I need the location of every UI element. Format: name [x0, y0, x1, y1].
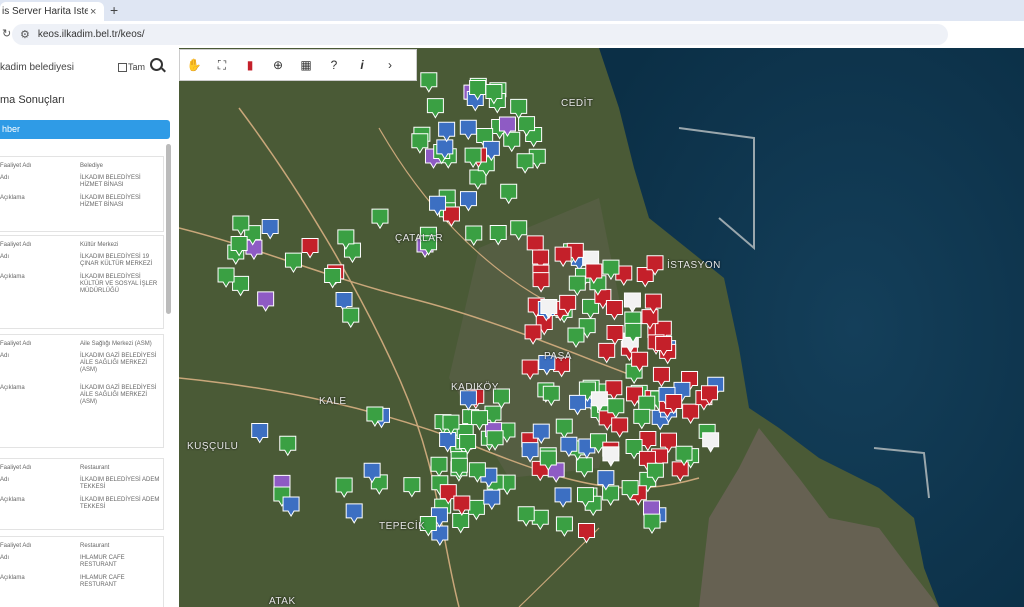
result-key: Adı — [0, 353, 10, 359]
result-key: Açıklama — [0, 575, 25, 581]
map-label-atak: ATAK — [269, 596, 296, 607]
result-key: Faaliyet Adı — [0, 242, 32, 248]
result-card[interactable]: Faaliyet Adı Restaurant Adı IHLAMUR CAFE RE… — [0, 536, 164, 607]
result-value: İLKADIM BELEDİYESİ ADEM TEKKESİ — [80, 477, 160, 490]
results-title: ma Sonuçları — [0, 94, 65, 106]
delete-icon[interactable]: ▮ — [236, 50, 264, 80]
result-value: IHLAMUR CAFE RESTURANT — [80, 575, 125, 588]
result-key: Faaliyet Adı — [0, 465, 32, 471]
result-value: İLKADIM BELEDİYESİ KÜLTÜR VE SOSYAL İŞLE… — [80, 274, 158, 294]
result-value: İLKADIM BELEDİYESİ ADEM TEKKESİ — [80, 497, 160, 510]
map-label-kale: KALE — [319, 396, 347, 407]
layers-icon[interactable]: ▦ — [292, 50, 320, 80]
map-toolbar: ✋ ⛶ ▮ ⊕ ▦ ? i › — [179, 49, 417, 81]
result-value: Belediye — [80, 163, 104, 169]
map-label-cedit: CEDİT — [561, 98, 594, 109]
result-value: İLKADIM BELEDİYESİ HİZMET BİNASI — [80, 175, 141, 188]
chevron-right-icon[interactable]: › — [376, 50, 404, 80]
result-card[interactable]: Faaliyet Adı Restaurant Adı İLKADIM BELEDİY… — [0, 458, 164, 530]
result-key: Açıklama — [0, 274, 25, 280]
search-bar: kadim belediyesi Tam — [0, 56, 172, 76]
result-value: İLKADIM GAZİ BELEDİYESİ AİLE SAĞLIĞI MER… — [80, 353, 157, 373]
address-bar: ↻ ⚙ keos.ilkadim.bel.tr/keos/ ⊘ ☆ ⧉ — [0, 21, 1024, 61]
info-icon[interactable]: i — [348, 50, 376, 80]
result-card[interactable]: Faaliyet Adı Kültür Merkezi Adı İLKADIM BEL… — [0, 235, 164, 329]
result-key: Açıklama — [0, 497, 25, 503]
map-canvas[interactable] — [179, 48, 1024, 607]
close-icon[interactable]: × — [90, 6, 96, 18]
url-field[interactable]: ⚙ keos.ilkadim.bel.tr/keos/ — [12, 24, 948, 45]
search-icon[interactable] — [150, 58, 163, 71]
map-label-catalar: ÇATALAR — [395, 233, 444, 244]
result-key: Açıklama — [0, 385, 25, 391]
new-tab-button[interactable]: + — [110, 2, 118, 18]
reload-icon[interactable]: ↻ — [2, 27, 11, 40]
tab-title: is Server Harita İstemcisi — [2, 6, 88, 17]
result-key: Adı — [0, 555, 10, 561]
pan-hand-icon[interactable]: ✋ — [180, 50, 208, 80]
result-value: IHLAMUR CAFE RESTURANT — [80, 555, 125, 568]
tam-checkbox[interactable] — [118, 63, 127, 72]
search-sidebar: kadim belediyesi Tam ma Sonuçları hber F… — [0, 48, 180, 607]
result-value: İLKADIM GAZİ BELEDİYESİ AİLE SAĞLIĞI MER… — [80, 385, 157, 405]
result-key: Faaliyet Adı — [0, 163, 32, 169]
result-value: İLKADIM BELEDİYESİ HİZMET BİNASI — [80, 195, 141, 208]
result-card[interactable]: Faaliyet Adı Aile Sağlığı Merkezi (ASM) Ad… — [0, 334, 164, 448]
map-label-pasa: PAŞA — [544, 351, 572, 362]
map-view[interactable]: CEDİT ÇATALAR İSTASYON KADIKÖY KUŞÇULU T… — [179, 48, 1024, 607]
result-key: Faaliyet Adı — [0, 341, 32, 347]
result-key: Adı — [0, 254, 10, 260]
url-text: keos.ilkadim.bel.tr/keos/ — [37, 29, 145, 40]
map-label-tepecik: TEPECİK — [379, 521, 426, 532]
rehber-button[interactable]: hber — [0, 120, 170, 139]
browser-tab[interactable]: is Server Harita İstemcisi × — [0, 2, 104, 21]
tam-label: Tam — [128, 62, 146, 72]
result-value: Restaurant — [80, 465, 110, 471]
result-value: Kültür Merkezi — [80, 242, 119, 248]
rehber-label: hber — [2, 124, 21, 134]
help-icon[interactable]: ? — [320, 50, 348, 80]
result-card[interactable]: Faaliyet Adı Belediye Adı İLKADIM BELEDİYES… — [0, 156, 164, 232]
sidebar-scrollbar[interactable] — [166, 144, 171, 314]
globe-icon[interactable]: ⊕ — [264, 50, 292, 80]
result-key: Adı — [0, 477, 10, 483]
fullscreen-icon[interactable]: ⛶ — [208, 50, 236, 80]
site-settings-icon[interactable]: ⚙ — [20, 28, 30, 41]
search-input[interactable]: kadim belediyesi — [0, 62, 74, 73]
map-label-kadikoy: KADIKÖY — [451, 382, 499, 393]
result-key: Adı — [0, 175, 10, 181]
result-key: Faaliyet Adı — [0, 543, 32, 549]
window-controls — [964, 0, 1024, 21]
map-label-istasyon: İSTASYON — [667, 260, 721, 271]
result-key: Açıklama — [0, 195, 25, 201]
browser-tab-bar: is Server Harita İstemcisi × + — [0, 0, 1024, 21]
result-value: Restaurant — [80, 543, 110, 549]
result-value: Aile Sağlığı Merkezi (ASM) — [80, 341, 152, 347]
result-value: İLKADIM BELEDİYESİ 19 ÇINAR KÜLTÜR MERKE… — [80, 254, 153, 267]
map-label-kuscululu: KUŞÇULU — [187, 441, 239, 452]
